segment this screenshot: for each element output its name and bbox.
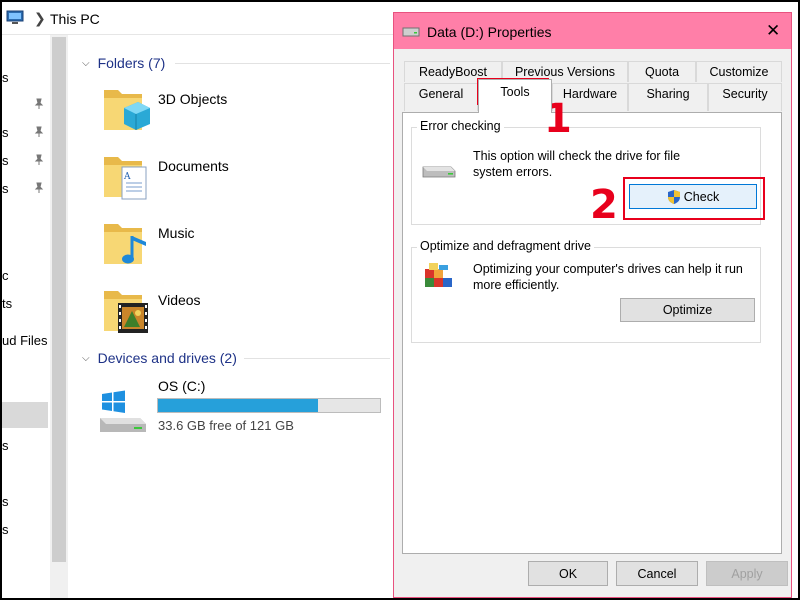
- folders-group-header[interactable]: ⌵ Folders (7): [82, 55, 165, 71]
- folder-label-documents[interactable]: Documents: [158, 158, 229, 174]
- videos-folder-icon[interactable]: [102, 285, 150, 337]
- nav-item-10[interactable]: s: [2, 522, 50, 537]
- nav-item-9[interactable]: s: [2, 494, 50, 509]
- svg-text:A: A: [123, 172, 131, 182]
- chevron-down-icon: ⌵: [82, 57, 90, 69]
- nav-scrollbar-thumb[interactable]: [52, 37, 66, 562]
- music-folder-icon[interactable]: [102, 218, 150, 270]
- ok-button[interactable]: OK: [528, 561, 608, 586]
- dialog-title: Data (D:) Properties: [427, 24, 552, 40]
- pin-icon: [34, 182, 44, 193]
- devices-group-label: Devices and drives (2): [97, 350, 237, 366]
- tab-quota[interactable]: Quota: [628, 61, 696, 82]
- properties-dialog: Data (D:) Properties ✕ ReadyBoost Previo…: [393, 12, 792, 598]
- tab-sharing[interactable]: Sharing: [628, 83, 708, 111]
- folder-label-3d-objects[interactable]: 3D Objects: [158, 91, 227, 107]
- drive-free-space: 33.6 GB free of 121 GB: [158, 418, 294, 433]
- tools-tab-panel: Error checking This option will check th…: [402, 112, 782, 554]
- optimize-title: Optimize and defragment drive: [417, 239, 594, 253]
- drive-usage-fill: [158, 399, 318, 412]
- folders-group-label: Folders (7): [97, 55, 166, 71]
- tab-general[interactable]: General: [404, 83, 478, 111]
- error-checking-title: Error checking: [417, 119, 504, 133]
- pin-icon: [34, 98, 44, 109]
- chevron-down-icon: ⌵: [82, 352, 90, 364]
- optimize-button[interactable]: Optimize: [620, 298, 755, 322]
- devices-group-header[interactable]: ⌵ Devices and drives (2): [82, 350, 237, 366]
- nav-item-8[interactable]: s: [2, 438, 50, 453]
- breadcrumb-chevron-icon[interactable]: ❯: [34, 10, 46, 27]
- drive-name-c[interactable]: OS (C:): [158, 378, 205, 394]
- nav-item-5[interactable]: c: [2, 268, 50, 283]
- pin-icon: [34, 154, 44, 165]
- check-button-label: Check: [683, 189, 720, 204]
- close-icon[interactable]: ✕: [766, 21, 780, 41]
- nav-item-7[interactable]: ud Files: [2, 333, 50, 348]
- drive-icon: [402, 27, 420, 37]
- cancel-button[interactable]: Cancel: [616, 561, 698, 586]
- nav-selected-highlight: [2, 402, 48, 428]
- drive-icon: [422, 166, 456, 178]
- drive-usage-bar: [157, 398, 381, 413]
- breadcrumb-this-pc[interactable]: This PC: [50, 11, 100, 27]
- windows-drive-icon[interactable]: [98, 388, 148, 434]
- group-divider: [175, 63, 390, 64]
- group-divider: [244, 358, 390, 359]
- optimize-description: Optimizing your computer's drives can he…: [473, 262, 743, 292]
- tab-security[interactable]: Security: [708, 83, 782, 111]
- check-button[interactable]: Check: [629, 184, 757, 209]
- uac-shield-icon: [667, 189, 680, 204]
- apply-button[interactable]: Apply: [706, 561, 788, 586]
- folder-label-videos[interactable]: Videos: [158, 292, 201, 308]
- dialog-titlebar[interactable]: Data (D:) Properties ✕: [394, 13, 791, 49]
- annotation-step-2: 2: [590, 182, 618, 228]
- 3d-objects-folder-icon[interactable]: [102, 84, 150, 136]
- defragment-icon: [425, 263, 452, 287]
- documents-folder-icon[interactable]: A: [102, 151, 150, 203]
- tab-customize[interactable]: Customize: [696, 61, 782, 82]
- pin-icon: [34, 126, 44, 137]
- error-checking-description: This option will check the drive for fil…: [473, 149, 681, 179]
- explorer-address-bar: ❯ This PC: [2, 2, 398, 35]
- this-pc-icon: [6, 10, 24, 24]
- nav-item-6[interactable]: ts: [2, 296, 50, 311]
- nav-item-1[interactable]: s: [2, 70, 50, 85]
- folder-label-music[interactable]: Music: [158, 225, 195, 241]
- tab-tools[interactable]: Tools: [478, 79, 552, 113]
